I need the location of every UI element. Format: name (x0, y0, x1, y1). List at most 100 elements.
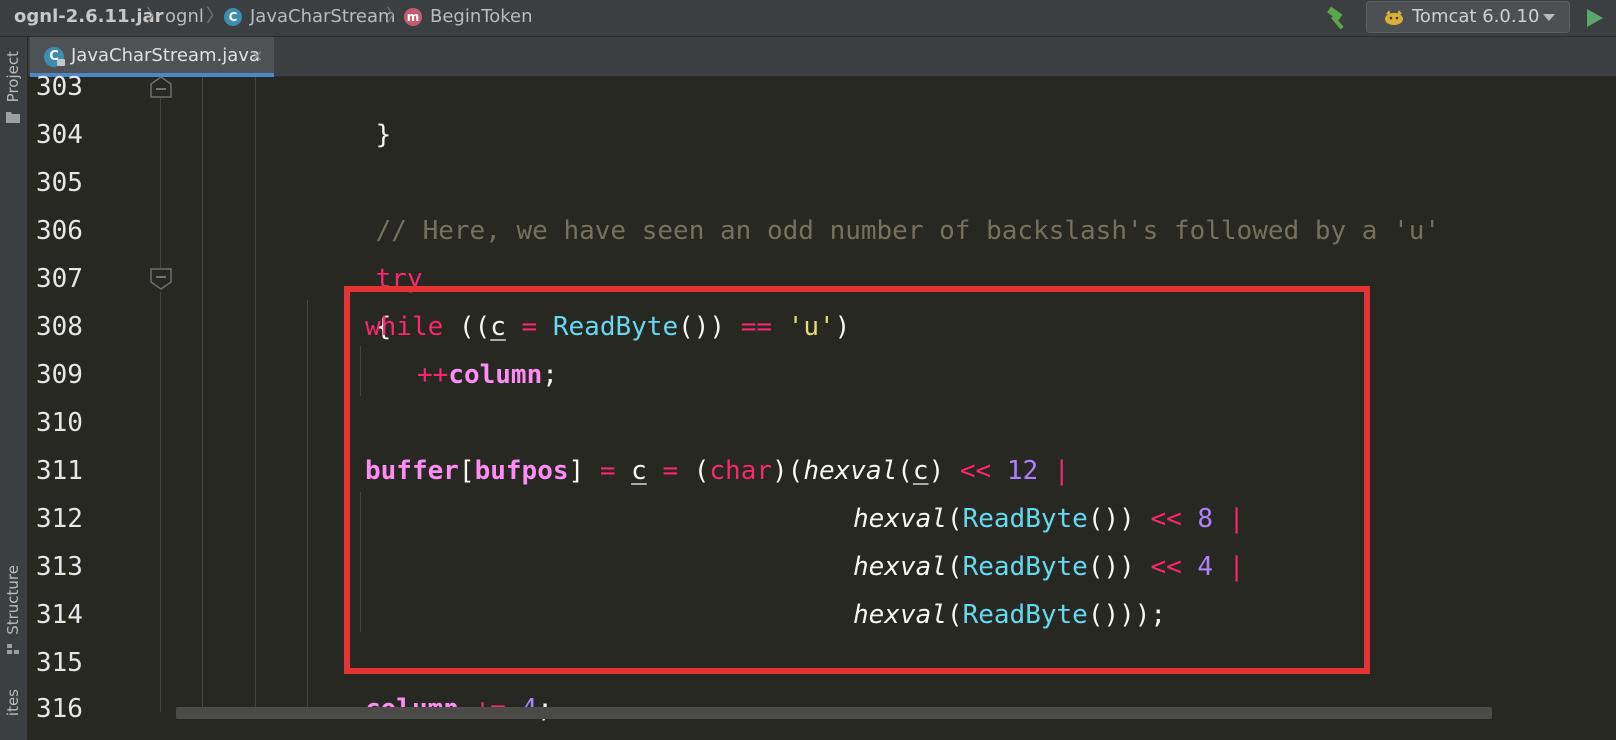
code-token: ( (693, 456, 710, 486)
indent-guide (255, 77, 256, 712)
code-keyword: try (375, 264, 423, 294)
code-operator: = (599, 456, 616, 486)
code-comment: // Here, we have seen an odd number of b… (375, 216, 1441, 246)
code-operator: << (1150, 504, 1182, 534)
code-method-call: hexval (853, 504, 947, 534)
fold-line (160, 292, 161, 712)
breadcrumb-class[interactable]: JavaCharStream (250, 0, 396, 36)
line-number: 307 (36, 264, 83, 294)
code-operator: << (1150, 552, 1182, 582)
tomcat-icon (1385, 10, 1403, 25)
code-token: ()) (1087, 504, 1151, 534)
line-number: 315 (36, 648, 83, 678)
code-variable: c (490, 312, 506, 342)
indent-guide (360, 346, 361, 396)
code-keyword: char (709, 456, 773, 486)
breadcrumb-method[interactable]: BeginToken (430, 0, 532, 36)
code-field: column (448, 360, 543, 390)
structure-icon (7, 644, 19, 654)
code-keyword: while (365, 312, 444, 342)
navigation-bar: ognl-2.6.11.jar 〉 ognl 〉 C JavaCharStrea… (0, 0, 1616, 37)
fold-line (160, 98, 161, 268)
code-token: ( (946, 600, 963, 630)
code-line-312: hexval(ReadByte()) << 8 | (853, 495, 1244, 543)
code-token: ] (568, 456, 600, 486)
line-number: 309 (36, 360, 83, 390)
line-number: 313 (36, 552, 83, 582)
breadcrumb-jar[interactable]: ognl-2.6.11.jar (14, 0, 164, 36)
chevron-down-icon (1543, 14, 1555, 21)
run-configuration-label: Tomcat 6.0.10 (1412, 6, 1540, 27)
line-number: 314 (36, 600, 83, 630)
code-token: { (375, 312, 392, 342)
class-icon: C (224, 8, 242, 26)
breadcrumb-separator: 〉 (146, 6, 164, 27)
code-number: 8 (1197, 504, 1214, 534)
run-icon[interactable] (1584, 7, 1606, 29)
line-number: 308 (36, 312, 83, 342)
code-line-309: ++column; (417, 351, 558, 399)
code-line-313: hexval(ReadByte()) << 4 | (853, 543, 1244, 591)
code-field: bufpos (474, 456, 569, 486)
code-method-call: hexval (853, 600, 947, 630)
project-tool-tab[interactable]: Project (4, 51, 24, 102)
line-number: 316 (36, 694, 83, 724)
breadcrumb-separator: 〉 (206, 6, 224, 27)
code-operator: ++ (417, 360, 449, 390)
code-operator: = (662, 456, 679, 486)
structure-tool-tab[interactable]: Structure (4, 565, 24, 635)
code-line-307: { (313, 255, 392, 342)
code-token: )( (772, 456, 804, 486)
method-icon: m (404, 8, 422, 26)
code-token: } (375, 120, 392, 150)
code-number: 12 (1006, 456, 1039, 486)
code-token: ( (946, 504, 963, 534)
line-number: 303 (36, 72, 83, 102)
code-function: ReadByte (552, 312, 679, 342)
code-variable: c (912, 456, 929, 486)
line-number: 311 (36, 456, 83, 486)
editor-tab-bar: C JavaCharStream.java × (28, 37, 1616, 77)
code-line-311: buffer[bufpos] = c = (char)(hexval(c) <<… (365, 447, 1069, 495)
left-tool-strip: Project Structure ites (0, 37, 28, 740)
code-token: ( (946, 552, 963, 582)
indent-guide (307, 300, 308, 712)
code-editor[interactable]: } // Here, we have seen an odd number of… (0, 0, 1616, 740)
code-function: ReadByte (962, 504, 1088, 534)
line-number: 306 (36, 216, 83, 246)
indent-guide (202, 77, 203, 712)
favorites-tool-tab[interactable]: ites (4, 689, 24, 716)
close-icon[interactable]: × (250, 37, 263, 75)
fold-end-icon[interactable] (150, 76, 172, 98)
code-operator: | (1053, 456, 1070, 486)
code-method-call: hexval (803, 456, 898, 486)
code-line-305: // Here, we have seen an odd number of b… (313, 159, 1440, 246)
line-number: 305 (36, 168, 83, 198)
code-string: 'u' (787, 312, 835, 342)
code-operator: << (959, 456, 992, 486)
code-token: ) (834, 312, 851, 342)
indent-guide (360, 492, 361, 632)
line-number: 310 (36, 408, 83, 438)
code-token: (( (443, 312, 491, 342)
horizontal-scrollbar[interactable] (176, 707, 1492, 719)
run-configuration-select[interactable]: Tomcat 6.0.10 (1366, 1, 1570, 33)
highlight-annotation-box (344, 286, 1370, 674)
breadcrumb-package[interactable]: ognl (165, 0, 204, 36)
code-number: 4 (1197, 552, 1214, 582)
code-token: [ (458, 456, 475, 486)
code-line-306: try (313, 207, 423, 294)
code-operator: = (505, 312, 553, 342)
line-number: 304 (36, 120, 83, 150)
build-hammer-icon[interactable] (1324, 4, 1352, 32)
code-operator: == (740, 312, 773, 342)
fold-start-icon[interactable] (150, 268, 172, 290)
